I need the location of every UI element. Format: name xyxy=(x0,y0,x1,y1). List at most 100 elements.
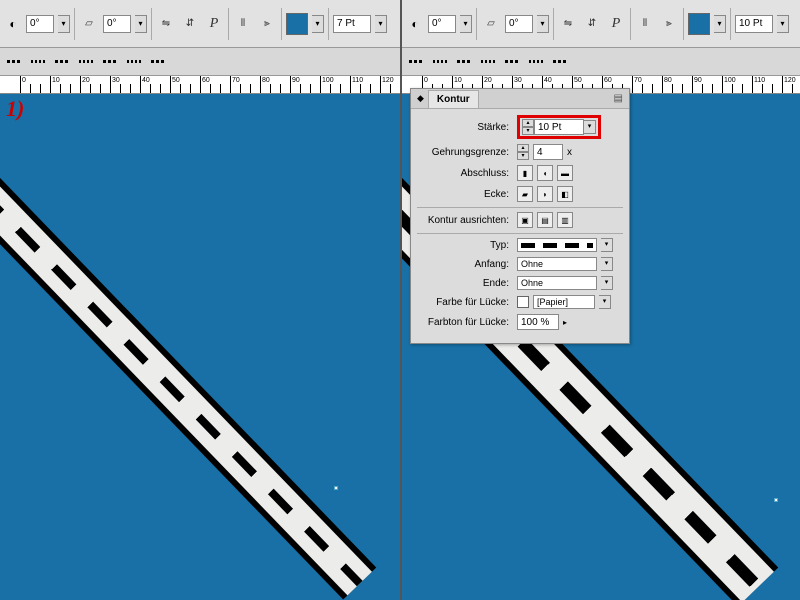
dash-style-icon[interactable] xyxy=(124,52,144,72)
canvas-left[interactable] xyxy=(0,94,400,600)
panel-title[interactable]: Kontur xyxy=(428,90,479,108)
dash-style-icon[interactable] xyxy=(430,52,450,72)
shear-icon[interactable]: ▱ xyxy=(79,14,99,34)
gap-color-swatch[interactable] xyxy=(517,296,529,308)
align-icon[interactable]: ⫴ xyxy=(635,14,655,34)
stroke-weight-dropdown[interactable]: ▾ xyxy=(375,15,387,33)
angle1-input-r[interactable] xyxy=(428,15,456,33)
dash-style-icon[interactable] xyxy=(502,52,522,72)
flip-h-icon[interactable]: ⇋ xyxy=(558,14,578,34)
stroke-weight-input-right[interactable] xyxy=(735,15,773,33)
join-bevel-icon[interactable]: ◧ xyxy=(557,186,573,202)
dash-style-icon[interactable] xyxy=(406,52,426,72)
gehrungs-spinner[interactable]: ▴▾ xyxy=(517,144,529,160)
farbe-select[interactable]: [Papier] xyxy=(533,295,595,309)
staerke-input[interactable] xyxy=(534,119,584,135)
farbe-label: Farbe für Lücke: xyxy=(417,297,513,308)
dash-style-icon[interactable] xyxy=(100,52,120,72)
typ-label: Typ: xyxy=(417,240,513,251)
shear-icon[interactable]: ▱ xyxy=(481,14,501,34)
rotation-widget-icon[interactable]: ◐ xyxy=(406,15,424,33)
ende-dropdown[interactable]: ▾ xyxy=(601,276,613,290)
dash-style-icon[interactable] xyxy=(478,52,498,72)
text-paragraph-icon[interactable]: P xyxy=(204,14,224,34)
join-miter-icon[interactable]: ▰ xyxy=(517,186,533,202)
panel-header[interactable]: ◆ Kontur ▤ xyxy=(411,89,629,109)
dash-style-icon[interactable] xyxy=(148,52,168,72)
flip-v-icon[interactable]: ⇵ xyxy=(582,14,602,34)
dash-style-icon[interactable] xyxy=(550,52,570,72)
ende-label: Ende: xyxy=(417,278,513,289)
selection-handle[interactable] xyxy=(774,498,778,502)
staerke-label: Stärke: xyxy=(417,122,513,133)
left-pane: ◐ ▾ ▱ ▾ ⇋ ⇵ P ⫴ ⫸ ▾ ▾ xyxy=(0,0,400,600)
right-pane: ◐ ▾ ▱ ▾ ⇋ ⇵ P ⫴ ⫸ ▾ ▾ xyxy=(400,0,800,600)
gehrungs-unit: x xyxy=(567,147,572,158)
align-outside-icon[interactable]: ▥ xyxy=(557,212,573,228)
gehrungs-label: Gehrungsgrenze: xyxy=(417,147,513,158)
stroke-panel: ◆ Kontur ▤ Stärke: ▴▾ ▾ Gehrungsgrenze: … xyxy=(410,88,630,344)
road-inner xyxy=(0,68,372,595)
highlight-box: ▴▾ ▾ xyxy=(517,115,601,139)
panel-menu-icon[interactable]: ▤ xyxy=(614,93,623,104)
fill-dropdown-r[interactable]: ▾ xyxy=(714,15,726,33)
dash-style-icon[interactable] xyxy=(454,52,474,72)
dash-style-icon[interactable] xyxy=(76,52,96,72)
text-paragraph-icon[interactable]: P xyxy=(606,14,626,34)
anfang-select[interactable]: Ohne xyxy=(517,257,597,271)
horizontal-ruler-left[interactable]: 0102030405060708090100110120 xyxy=(0,76,400,94)
panel-collapse-icon[interactable]: ◆ xyxy=(417,93,424,104)
rotation-widget-icon[interactable]: ◐ xyxy=(4,15,22,33)
angle1-dropdown-r[interactable]: ▾ xyxy=(460,15,472,33)
dash-style-icon[interactable] xyxy=(52,52,72,72)
ende-select[interactable]: Ohne xyxy=(517,276,597,290)
join-round-icon[interactable]: ◗ xyxy=(537,186,553,202)
selection-handle[interactable] xyxy=(334,486,338,490)
align-icon[interactable]: ⫴ xyxy=(233,14,253,34)
farbton-label: Farbton für Lücke: xyxy=(417,317,513,328)
staerke-spinner[interactable]: ▴▾ xyxy=(522,119,534,135)
control-bar-right: ◐ ▾ ▱ ▾ ⇋ ⇵ P ⫴ ⫸ ▾ ▾ xyxy=(402,0,800,48)
distribute-icon[interactable]: ⫸ xyxy=(257,14,277,34)
stroke-weight-input-left[interactable] xyxy=(333,15,371,33)
anfang-label: Anfang: xyxy=(417,259,513,270)
dash-style-icon[interactable] xyxy=(526,52,546,72)
toolbar-row2-right xyxy=(402,48,800,76)
ecke-label: Ecke: xyxy=(417,189,513,200)
farbton-input[interactable] xyxy=(517,314,559,330)
angle2-input[interactable] xyxy=(103,15,131,33)
road-path[interactable] xyxy=(0,64,376,599)
fill-swatch-r[interactable] xyxy=(688,13,710,35)
angle2-input-r[interactable] xyxy=(505,15,533,33)
fill-dropdown[interactable]: ▾ xyxy=(312,15,324,33)
stroke-weight-dropdown-r[interactable]: ▾ xyxy=(777,15,789,33)
flip-v-icon[interactable]: ⇵ xyxy=(180,14,200,34)
cap-project-icon[interactable]: ▬ xyxy=(557,165,573,181)
dash-style-icon[interactable] xyxy=(28,52,48,72)
fill-swatch[interactable] xyxy=(286,13,308,35)
farbe-dropdown[interactable]: ▾ xyxy=(599,295,611,309)
typ-dropdown[interactable]: ▾ xyxy=(601,238,613,252)
control-bar-left: ◐ ▾ ▱ ▾ ⇋ ⇵ P ⫴ ⫸ ▾ ▾ xyxy=(0,0,400,48)
cap-butt-icon[interactable]: ▮ xyxy=(517,165,533,181)
annotation-1: 1) xyxy=(6,96,24,122)
dash-style-icon[interactable] xyxy=(4,52,24,72)
angle2-dropdown[interactable]: ▾ xyxy=(135,15,147,33)
abschluss-label: Abschluss: xyxy=(417,168,513,179)
road-dash xyxy=(0,77,363,586)
staerke-dropdown[interactable]: ▾ xyxy=(584,120,596,134)
angle1-dropdown[interactable]: ▾ xyxy=(58,15,70,33)
farbton-slider-icon[interactable]: ▸ xyxy=(563,318,567,327)
cap-round-icon[interactable]: ◖ xyxy=(537,165,553,181)
distribute-icon[interactable]: ⫸ xyxy=(659,14,679,34)
angle2-dropdown-r[interactable]: ▾ xyxy=(537,15,549,33)
toolbar-row2-left xyxy=(0,48,400,76)
gehrungs-input[interactable] xyxy=(533,144,563,160)
angle1-input[interactable] xyxy=(26,15,54,33)
align-inside-icon[interactable]: ▤ xyxy=(537,212,553,228)
typ-select[interactable] xyxy=(517,238,597,252)
flip-h-icon[interactable]: ⇋ xyxy=(156,14,176,34)
ausrichten-label: Kontur ausrichten: xyxy=(417,215,513,226)
anfang-dropdown[interactable]: ▾ xyxy=(601,257,613,271)
align-center-icon[interactable]: ▣ xyxy=(517,212,533,228)
